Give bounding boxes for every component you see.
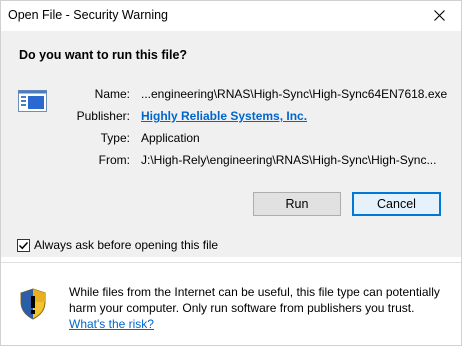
run-button[interactable]: Run [253,192,341,216]
whats-the-risk-link[interactable]: What's the risk? [69,317,154,331]
title-bar: Open File - Security Warning [0,0,462,31]
warning-text: While files from the Internet can be use… [69,285,440,315]
publisher-link[interactable]: Highly Reliable Systems, Inc. [141,109,307,123]
cancel-button[interactable]: Cancel [352,192,441,216]
always-ask-label[interactable]: Always ask before opening this file [34,238,218,252]
always-ask-checkbox[interactable] [17,238,30,252]
dialog-heading: Do you want to run this file? [19,48,188,62]
publisher-label: Publisher: [76,109,130,123]
type-value: Application [141,131,200,145]
from-label: From: [98,153,130,167]
window-title: Open File - Security Warning [8,8,169,22]
always-ask-option[interactable]: Always ask before opening this file [17,238,218,252]
name-value: ...engineering\RNAS\High-Sync\High-Sync6… [141,87,448,101]
close-icon [433,10,445,21]
close-button[interactable] [416,0,462,31]
security-shield-warning-icon [20,288,46,320]
checkmark-icon [18,241,29,249]
warning-message: While files from the Internet can be use… [69,284,454,332]
name-label: Name: [94,87,130,101]
from-value: J:\High-Rely\engineering\RNAS\High-Sync\… [141,153,437,167]
type-label: Type: [100,131,130,145]
